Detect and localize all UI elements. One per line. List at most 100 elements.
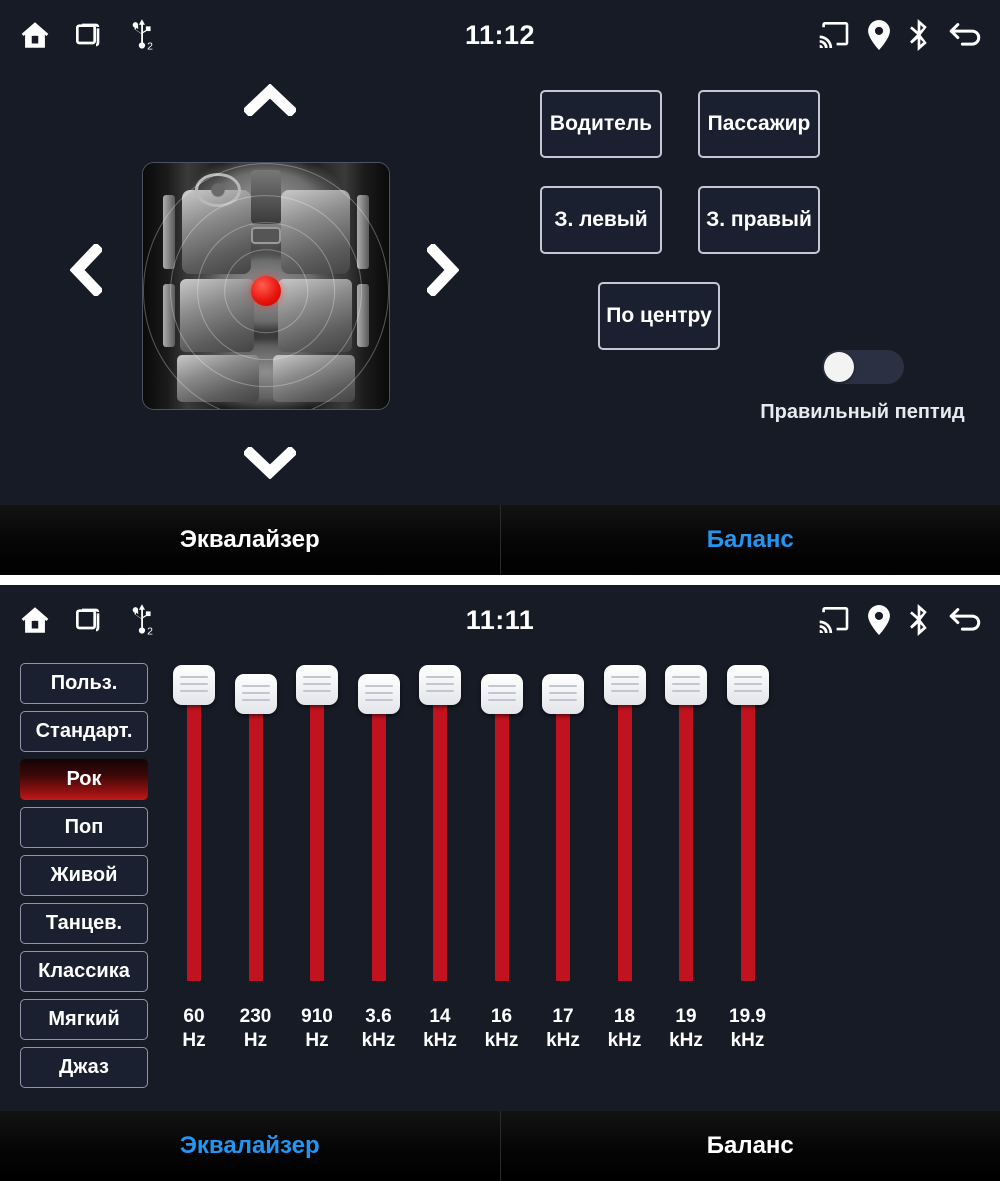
position-button-rear-right[interactable]: З. правый [698, 186, 820, 254]
frequency-unit: kHz [607, 1030, 642, 1051]
eq-slider[interactable] [230, 665, 282, 995]
frequency-value: 3.6 [365, 1006, 392, 1027]
balance-body: Водитель Пассажир З. левый З. правый По … [0, 70, 1000, 505]
eq-slider[interactable] [537, 665, 589, 995]
eq-slider-track[interactable] [494, 699, 509, 981]
preset-item[interactable]: Поп [20, 807, 148, 848]
correct-peptide-toggle-block: Правильный пептид [760, 350, 965, 424]
eq-slider-track[interactable] [617, 691, 632, 981]
eq-slider-thumb[interactable] [726, 665, 769, 705]
frequency-label: 14 kHz [409, 1005, 471, 1053]
position-button-passenger[interactable]: Пассажир [698, 90, 820, 158]
preset-item[interactable]: Танцев. [20, 903, 148, 944]
chevron-right-icon[interactable] [427, 244, 459, 296]
recents-icon[interactable] [74, 19, 106, 51]
position-button-driver[interactable]: Водитель [540, 90, 662, 158]
frequency-label: 19 kHz [655, 1005, 717, 1053]
frequency-unit: Hz [182, 1030, 206, 1051]
status-bar-left-icons: 2 [18, 603, 158, 637]
cast-icon[interactable] [818, 22, 850, 48]
preset-item[interactable]: Классика [20, 951, 148, 992]
frequency-label: 3.6 kHz [348, 1005, 410, 1053]
location-icon[interactable] [868, 605, 890, 635]
screen-separator [0, 575, 1000, 585]
preset-item[interactable]: Рок [20, 759, 148, 800]
chevron-up-icon[interactable] [244, 84, 296, 116]
usb-icon[interactable]: 2 [128, 18, 158, 52]
preset-item[interactable]: Живой [20, 855, 148, 896]
eq-slider[interactable] [168, 665, 220, 995]
eq-slider[interactable] [353, 665, 405, 995]
eq-slider[interactable] [722, 665, 774, 995]
eq-slider-thumb[interactable] [234, 673, 277, 714]
bluetooth-icon[interactable] [908, 604, 930, 636]
frequency-value: 230 [239, 1006, 272, 1027]
tab-equalizer[interactable]: Эквалайзер [0, 1111, 500, 1181]
position-button-center[interactable]: По центру [598, 282, 720, 350]
frequency-value: 910 [301, 1006, 333, 1027]
preset-item[interactable]: Мягкий [20, 999, 148, 1040]
frequency-value: 14 [429, 1006, 451, 1027]
eq-slider-thumb[interactable] [419, 665, 461, 705]
tab-equalizer[interactable]: Эквалайзер [0, 505, 500, 575]
eq-slider-track[interactable] [248, 699, 263, 981]
eq-slider-track[interactable] [433, 691, 447, 981]
eq-slider[interactable] [476, 665, 528, 995]
frequency-unit: kHz [669, 1030, 703, 1051]
preset-label: Мягкий [48, 1008, 120, 1030]
chevron-left-icon[interactable] [70, 244, 102, 296]
frequency-unit: Hz [243, 1030, 268, 1051]
usb-icon[interactable]: 2 [128, 603, 158, 637]
eq-slider-thumb[interactable] [665, 665, 707, 705]
eq-slider-thumb[interactable] [173, 665, 215, 705]
eq-slider-track[interactable] [310, 691, 324, 981]
preset-list: Польз. Стандарт. Рок Поп Живой Танцев. Классик… [20, 663, 148, 1095]
eq-slider-thumb[interactable] [296, 665, 338, 705]
frequency-value: 19.9 [729, 1006, 766, 1027]
eq-slider-thumb[interactable] [480, 673, 523, 714]
eq-slider[interactable] [660, 665, 712, 995]
tab-balance[interactable]: Баланс [499, 1111, 1000, 1181]
balance-position-marker[interactable] [251, 275, 281, 306]
frequency-value: 60 [183, 1006, 205, 1027]
back-icon[interactable] [948, 606, 982, 634]
cast-icon[interactable] [818, 607, 850, 633]
preset-label: Классика [38, 960, 130, 982]
eq-slider-track[interactable] [740, 691, 755, 981]
position-button-rear-left[interactable]: З. левый [540, 186, 662, 254]
equalizer-sliders [168, 665, 780, 995]
preset-label: Джаз [59, 1056, 109, 1078]
preset-label: Польз. [50, 672, 118, 694]
preset-item[interactable]: Польз. [20, 663, 148, 704]
seat-position-selector[interactable] [62, 84, 467, 479]
eq-slider-thumb[interactable] [603, 665, 646, 705]
svg-text:2: 2 [147, 42, 153, 52]
car-interior-map[interactable] [142, 162, 390, 410]
preset-label: Рок [66, 768, 102, 790]
back-icon[interactable] [948, 21, 982, 49]
recents-icon[interactable] [74, 604, 106, 636]
eq-slider-thumb[interactable] [357, 673, 400, 714]
eq-slider-track[interactable] [556, 699, 570, 981]
chevron-down-icon[interactable] [244, 447, 296, 479]
eq-slider[interactable] [414, 665, 466, 995]
status-bar-right-icons [818, 19, 982, 51]
preset-item[interactable]: Стандарт. [20, 711, 148, 752]
eq-slider-track[interactable] [371, 699, 386, 981]
equalizer-body: Польз. Стандарт. Рок Поп Живой Танцев. Классик… [0, 655, 1000, 1111]
home-icon[interactable] [18, 18, 52, 52]
bluetooth-icon[interactable] [908, 19, 930, 51]
correct-peptide-toggle[interactable] [821, 350, 904, 384]
eq-slider[interactable] [599, 665, 651, 995]
preset-label: Поп [64, 816, 104, 838]
tab-balance[interactable]: Баланс [499, 505, 1000, 575]
home-icon[interactable] [18, 603, 52, 637]
balance-screen: 2 11:12 Водитель Пассажир З. левый З. пр… [0, 0, 1000, 575]
status-bar-right-icons [818, 604, 982, 636]
location-icon[interactable] [868, 20, 890, 50]
eq-slider-track[interactable] [679, 691, 693, 981]
eq-slider-thumb[interactable] [542, 673, 584, 714]
preset-item[interactable]: Джаз [20, 1047, 148, 1088]
eq-slider-track[interactable] [187, 691, 201, 981]
eq-slider[interactable] [291, 665, 343, 995]
